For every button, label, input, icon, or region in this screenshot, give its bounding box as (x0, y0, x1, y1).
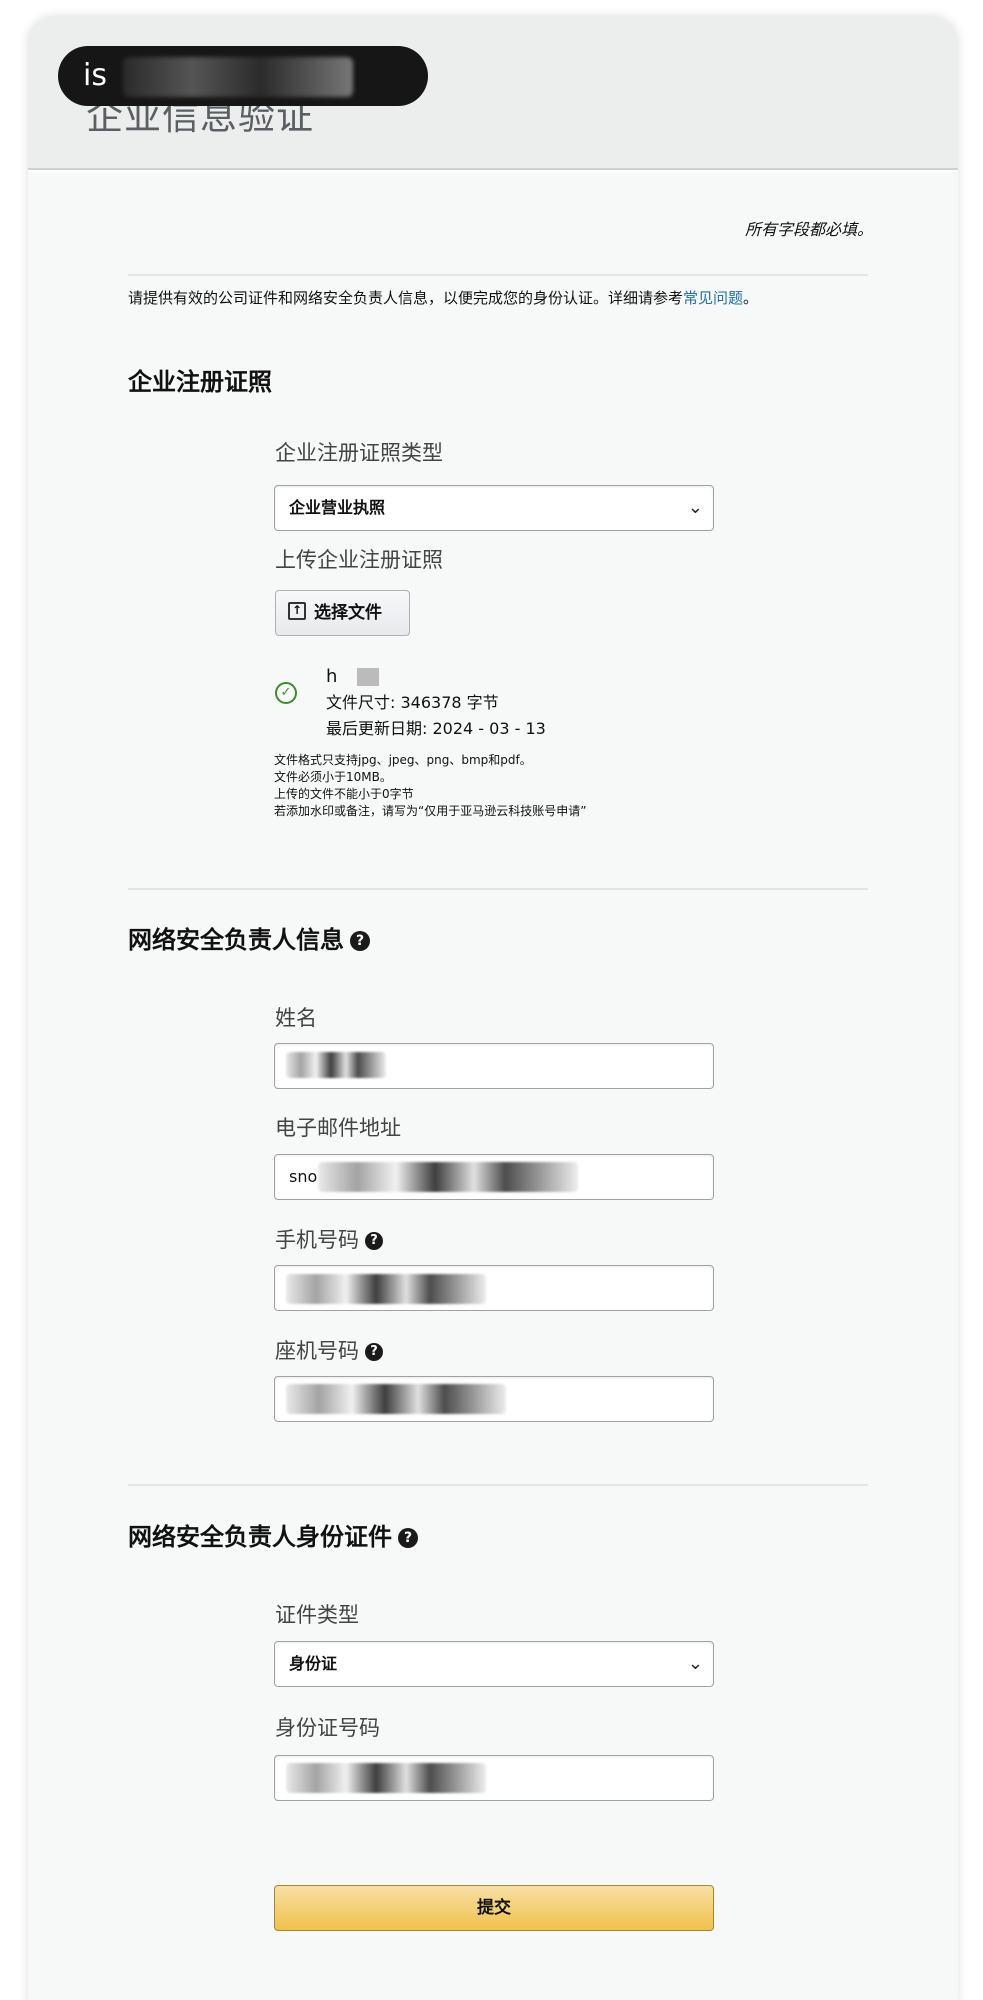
section-title-text: 网络安全负责人身份证件 (128, 1523, 392, 1551)
form-area: 所有字段都必填。 请提供有效的公司证件和网络安全负责人信息，以便完成您的身份认证… (28, 172, 958, 2000)
chevron-down-icon: ⌄ (687, 1653, 703, 1674)
redacted-area (357, 668, 380, 686)
redacted-area (122, 56, 353, 97)
help-icon[interactable]: ? (365, 1343, 383, 1361)
intro-end: 。 (743, 289, 759, 307)
section-title-text: 网络安全负责人信息 (128, 926, 344, 954)
faq-link[interactable]: 常见问题 (683, 289, 743, 307)
license-type-value: 企业营业执照 (289, 498, 386, 517)
section-title-identity: 网络安全负责人身份证件? (128, 1517, 418, 1552)
redacted-area (318, 1162, 578, 1192)
doc-type-select[interactable]: 身份证 ⌄ (274, 1641, 714, 1687)
upload-hints: 文件格式只支持jpg、jpeg、png、bmp和pdf。 文件必须小于10MB。… (274, 752, 586, 820)
section-title-contact: 网络安全负责人信息? (128, 920, 370, 955)
pill-text: is (83, 58, 107, 93)
hint-line: 文件必须小于10MB。 (274, 770, 392, 784)
upload-label: 上传企业注册证照 (275, 548, 443, 572)
chevron-down-icon: ⌄ (687, 497, 703, 518)
hint-line: 文件格式只支持jpg、jpeg、png、bmp和pdf。 (274, 753, 532, 767)
page-header: 企业信息验证 is (28, 16, 958, 170)
submit-button[interactable]: 提交 (274, 1885, 714, 1931)
doc-type-label: 证件类型 (275, 1603, 359, 1627)
mobile-label: 手机号码? (275, 1224, 383, 1254)
upload-icon: ↑ (288, 602, 306, 620)
doc-type-value: 身份证 (289, 1654, 338, 1673)
divider (128, 1484, 868, 1486)
help-icon[interactable]: ? (398, 1528, 418, 1548)
help-icon[interactable]: ? (365, 1232, 383, 1250)
required-note: 所有字段都必填。 (744, 220, 873, 239)
check-icon: ✓ (275, 682, 297, 704)
license-type-label: 企业注册证照类型 (275, 441, 443, 465)
choose-file-button[interactable]: ↑ 选择文件 (275, 590, 410, 636)
file-date: 最后更新日期: 2024 - 03 - 13 (326, 719, 546, 738)
email-value: sno (289, 1167, 318, 1186)
landline-label-text: 座机号码 (275, 1339, 359, 1363)
hint-line: 上传的文件不能小于0字节 (274, 787, 414, 801)
landline-label: 座机号码? (275, 1335, 383, 1365)
verification-card: 企业信息验证 is 所有字段都必填。 请提供有效的公司证件和网络安全负责人信息，… (28, 16, 958, 2000)
file-size: 文件尺寸: 346378 字节 (326, 693, 499, 712)
id-number-label: 身份证号码 (275, 1716, 380, 1740)
redacted-area (286, 1274, 486, 1304)
divider (128, 274, 868, 276)
header-overlay-pill: is (58, 46, 428, 106)
mobile-label-text: 手机号码 (275, 1228, 359, 1252)
choose-file-label: 选择文件 (314, 603, 382, 623)
hint-line: 若添加水印或备注，请写为“仅用于亚马逊云科技账号申请” (274, 804, 587, 818)
intro-text: 请提供有效的公司证件和网络安全负责人信息，以便完成您的身份认证。详细请参考常见问… (128, 286, 888, 310)
file-name: h (326, 666, 338, 687)
uploaded-file-info: h 文件尺寸: 346378 字节 最后更新日期: 2024 - 03 - 13 (326, 664, 546, 742)
license-type-select[interactable]: 企业营业执照 ⌄ (274, 485, 714, 531)
redacted-area (286, 1763, 486, 1793)
divider (128, 888, 868, 890)
redacted-area (286, 1384, 506, 1414)
section-title-registration: 企业注册证照 (128, 368, 272, 396)
redacted-area (286, 1052, 386, 1078)
help-icon[interactable]: ? (350, 931, 370, 951)
name-label: 姓名 (275, 1006, 317, 1030)
intro-body: 请提供有效的公司证件和网络安全负责人信息，以便完成您的身份认证。详细请参考 (128, 289, 684, 307)
email-label: 电子邮件地址 (275, 1116, 401, 1140)
